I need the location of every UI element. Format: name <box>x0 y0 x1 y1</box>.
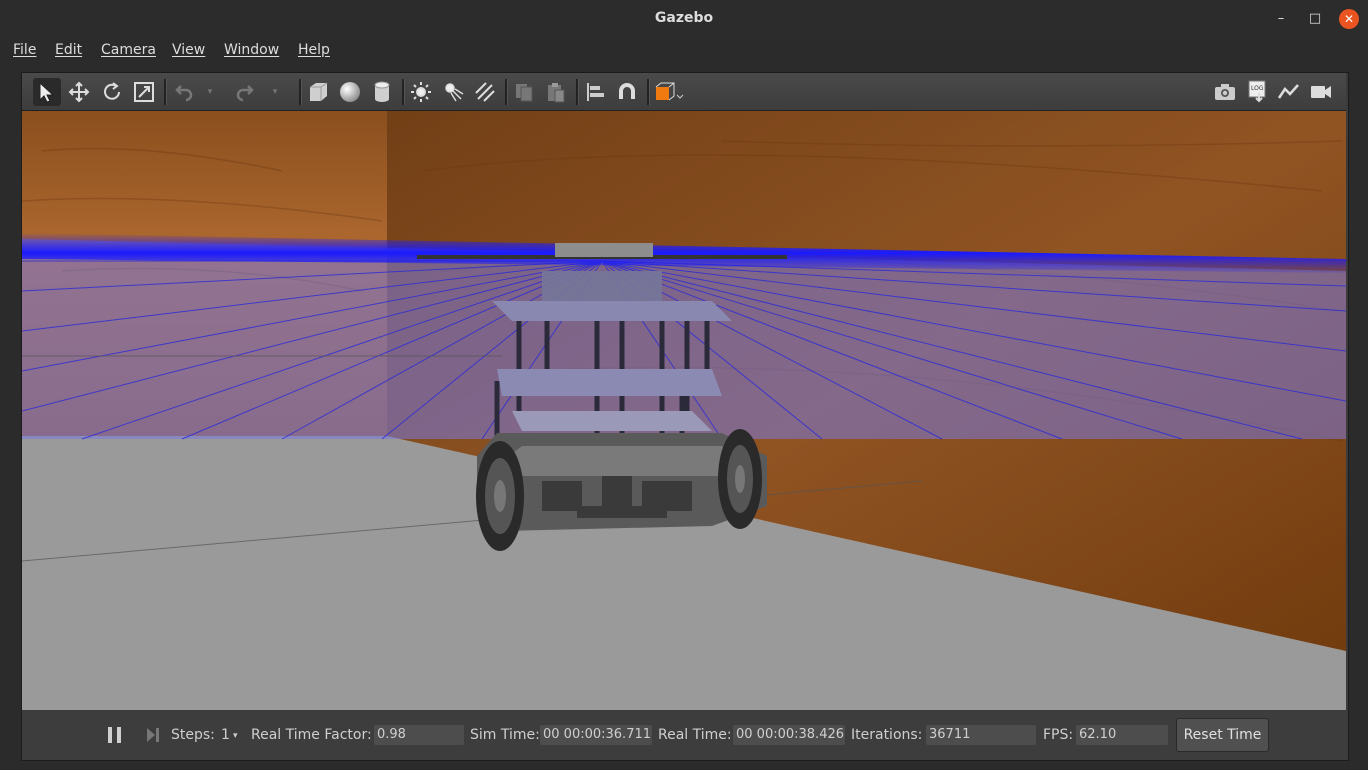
minimize-icon[interactable]: – <box>1271 9 1291 29</box>
view-angle-icon[interactable] <box>652 78 686 106</box>
steps-label: Steps: <box>171 727 215 743</box>
svg-text:LOG: LOG <box>1251 85 1264 92</box>
copy-icon[interactable] <box>510 78 538 106</box>
scene-viewport[interactable] <box>22 111 1346 710</box>
rotate-mode-icon[interactable] <box>98 78 126 106</box>
spot-light-icon[interactable] <box>439 78 467 106</box>
undo-history-icon[interactable]: ▾ <box>202 78 218 106</box>
plot-icon[interactable] <box>1275 78 1303 106</box>
align-icon[interactable] <box>581 78 609 106</box>
menu-window[interactable]: Window <box>224 42 279 58</box>
toolbar: ▾ ▾ LOG <box>22 73 1346 111</box>
log-icon[interactable]: LOG <box>1243 78 1271 106</box>
pause-icon[interactable] <box>106 725 124 745</box>
sim-time-label: Sim Time: <box>470 727 540 743</box>
title-bar: Gazebo – □ ✕ <box>0 0 1368 38</box>
menu-file[interactable]: File <box>13 42 36 58</box>
status-bar: Steps: 1 ▾ Real Time Factor: 0.98 Sim Ti… <box>22 711 1346 758</box>
screenshot-icon[interactable] <box>1211 78 1239 106</box>
real-time-value: 00 00:00:38.426 <box>733 725 845 745</box>
box-shape-icon[interactable] <box>304 78 332 106</box>
cylinder-shape-icon[interactable] <box>368 78 396 106</box>
redo-icon[interactable] <box>232 78 260 106</box>
fps-value: 62.10 <box>1076 725 1168 745</box>
directional-light-icon[interactable] <box>471 78 499 106</box>
undo-icon[interactable] <box>169 78 197 106</box>
close-icon[interactable]: ✕ <box>1339 9 1359 29</box>
menu-help[interactable]: Help <box>298 42 330 58</box>
real-time-label: Real Time: <box>658 727 732 743</box>
sim-time-value: 00 00:00:36.711 <box>540 725 652 745</box>
steps-value[interactable]: 1 <box>221 727 230 743</box>
menu-camera[interactable]: Camera <box>101 42 156 58</box>
record-video-icon[interactable] <box>1307 78 1335 106</box>
sphere-shape-icon[interactable] <box>336 78 364 106</box>
fps-label: FPS: <box>1043 727 1074 743</box>
menu-bar: File Edit Camera View Window Help <box>0 38 1368 64</box>
scale-mode-icon[interactable] <box>130 78 158 106</box>
rtf-value: 0.98 <box>374 725 464 745</box>
window-title: Gazebo <box>654 10 714 26</box>
iterations-value: 36711 <box>926 725 1036 745</box>
paste-icon[interactable] <box>542 78 570 106</box>
point-light-icon[interactable] <box>407 78 435 106</box>
menu-view[interactable]: View <box>172 42 205 58</box>
iterations-label: Iterations: <box>851 727 923 743</box>
select-mode-icon[interactable] <box>33 78 61 106</box>
rtf-label: Real Time Factor: <box>251 727 372 743</box>
snap-icon[interactable] <box>613 78 641 106</box>
reset-time-button[interactable]: Reset Time <box>1176 718 1269 752</box>
maximize-icon[interactable]: □ <box>1305 9 1325 29</box>
translate-mode-icon[interactable] <box>65 78 93 106</box>
redo-history-icon[interactable]: ▾ <box>267 78 283 106</box>
steps-dropdown-icon[interactable]: ▾ <box>233 731 238 741</box>
menu-edit[interactable]: Edit <box>55 42 82 58</box>
scene-render <box>22 111 1346 710</box>
step-icon[interactable] <box>144 725 162 745</box>
